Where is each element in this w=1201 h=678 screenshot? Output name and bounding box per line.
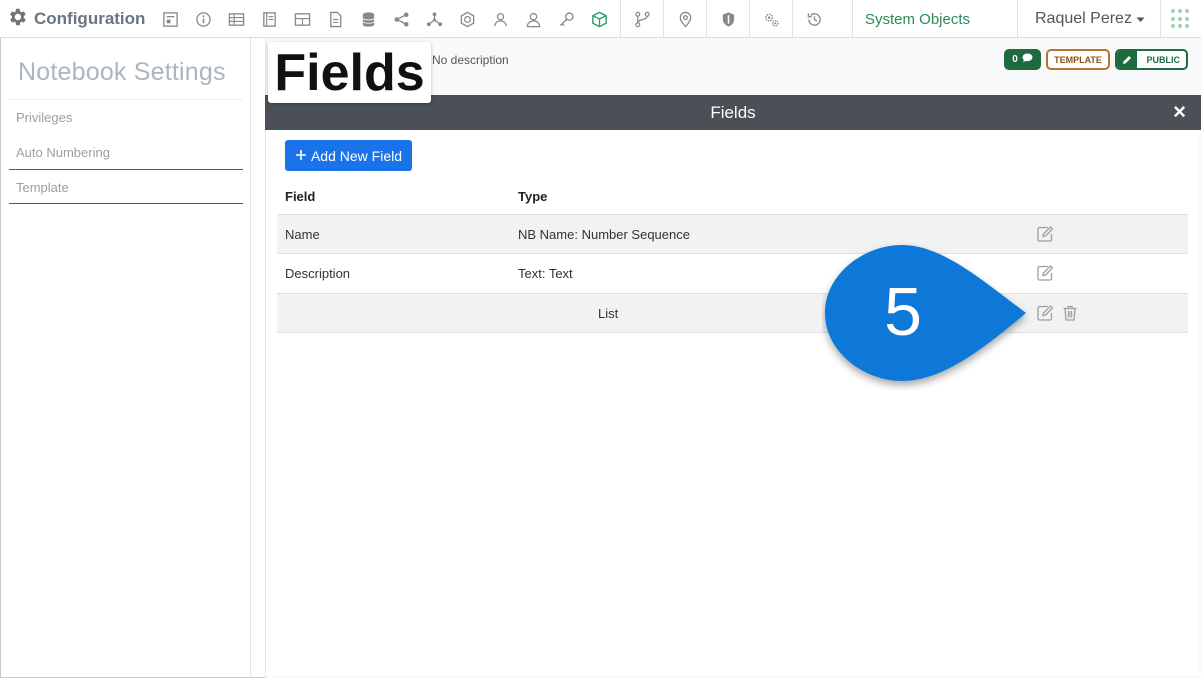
- user-name: Raquel Perez: [1035, 10, 1132, 27]
- plus-icon: [295, 148, 307, 164]
- edit-icon[interactable]: [1036, 264, 1054, 282]
- top-navbar: Configuration System Objects Raquel Pere…: [0, 0, 1201, 38]
- grid-icon[interactable]: [290, 0, 314, 38]
- comment-count: 0: [1012, 54, 1018, 65]
- step-number: 5: [884, 274, 922, 350]
- database-icon[interactable]: [356, 0, 380, 38]
- modal-body: [266, 130, 1199, 676]
- share-icon[interactable]: [389, 0, 413, 38]
- gear-icon: [6, 6, 28, 33]
- brand[interactable]: Configuration: [6, 7, 145, 31]
- sidebar-item-template[interactable]: Template: [16, 180, 69, 195]
- table-icon[interactable]: [224, 0, 248, 38]
- comments-badge[interactable]: 0: [1004, 49, 1041, 70]
- sidebar-title: Notebook Settings: [18, 58, 226, 86]
- document-icon[interactable]: [323, 0, 347, 38]
- column-header-type: Type: [518, 189, 548, 204]
- sidebar: Notebook Settings Privileges Auto Number…: [0, 38, 251, 678]
- apps-grid-icon[interactable]: [1171, 9, 1191, 29]
- comment-icon: [1022, 53, 1033, 66]
- page-description: No description: [432, 53, 509, 67]
- field-type: NB Name: Number Sequence: [518, 227, 690, 242]
- navbar-divider: [852, 0, 853, 38]
- fields-callout-label: Fields: [268, 42, 431, 103]
- table-row: List: [277, 293, 1188, 333]
- cube-icon[interactable]: [587, 0, 611, 38]
- table-row: Name NB Name: Number Sequence: [277, 214, 1188, 254]
- edit-icon[interactable]: [1036, 225, 1054, 243]
- close-icon[interactable]: ×: [1173, 101, 1186, 123]
- field-type: List: [598, 306, 619, 321]
- toolbar-divider: [749, 0, 750, 38]
- add-new-field-button[interactable]: Add New Field: [285, 140, 412, 171]
- toolbar-divider: [663, 0, 664, 38]
- navbar-divider: [1160, 0, 1161, 38]
- notebook-icon[interactable]: [257, 0, 281, 38]
- callout-title: Fields: [274, 43, 425, 102]
- field-type: Text: Text: [518, 266, 573, 281]
- location-icon[interactable]: [673, 0, 697, 38]
- sidebar-divider: [9, 169, 243, 170]
- pencil-icon: [1117, 51, 1137, 68]
- toolbar: [158, 0, 835, 38]
- network-icon[interactable]: [422, 0, 446, 38]
- form-icon[interactable]: [158, 0, 182, 38]
- status-badges: 0 TEMPLATE PUBLIC: [1004, 49, 1188, 70]
- add-new-field-label: Add New Field: [310, 147, 403, 164]
- trash-icon[interactable]: [1061, 304, 1079, 322]
- app-title: Configuration: [34, 9, 146, 28]
- user-icon[interactable]: [521, 0, 545, 38]
- history-icon[interactable]: [802, 0, 826, 38]
- badge-icon[interactable]: [455, 0, 479, 38]
- system-objects-link[interactable]: System Objects: [865, 11, 970, 28]
- sidebar-divider: [9, 203, 243, 204]
- navbar-divider: [1017, 0, 1018, 38]
- sidebar-item-privileges[interactable]: Privileges: [16, 110, 72, 125]
- gears-icon[interactable]: [759, 0, 783, 38]
- field-name: Name: [285, 227, 320, 242]
- sidebar-divider: [9, 99, 243, 100]
- key-icon[interactable]: [554, 0, 578, 38]
- toolbar-divider: [792, 0, 793, 38]
- modal-title: Fields: [710, 103, 756, 122]
- field-name: Description: [285, 266, 351, 281]
- user-menu[interactable]: Raquel Perez: [1035, 10, 1145, 28]
- public-label: PUBLIC: [1146, 54, 1181, 65]
- shield-icon[interactable]: [716, 0, 740, 38]
- toolbar-divider: [620, 0, 621, 38]
- toolbar-divider: [706, 0, 707, 38]
- users-icon[interactable]: [488, 0, 512, 38]
- info-icon[interactable]: [191, 0, 215, 38]
- table-row: Description Text: Text: [277, 253, 1188, 293]
- workflow-icon[interactable]: [630, 0, 654, 38]
- edit-icon[interactable]: [1036, 304, 1054, 322]
- caret-down-icon: [1136, 10, 1145, 28]
- public-badge[interactable]: PUBLIC: [1115, 49, 1188, 70]
- sidebar-item-auto-numbering[interactable]: Auto Numbering: [16, 145, 110, 160]
- template-badge[interactable]: TEMPLATE: [1046, 49, 1110, 70]
- column-header-field: Field: [285, 189, 316, 204]
